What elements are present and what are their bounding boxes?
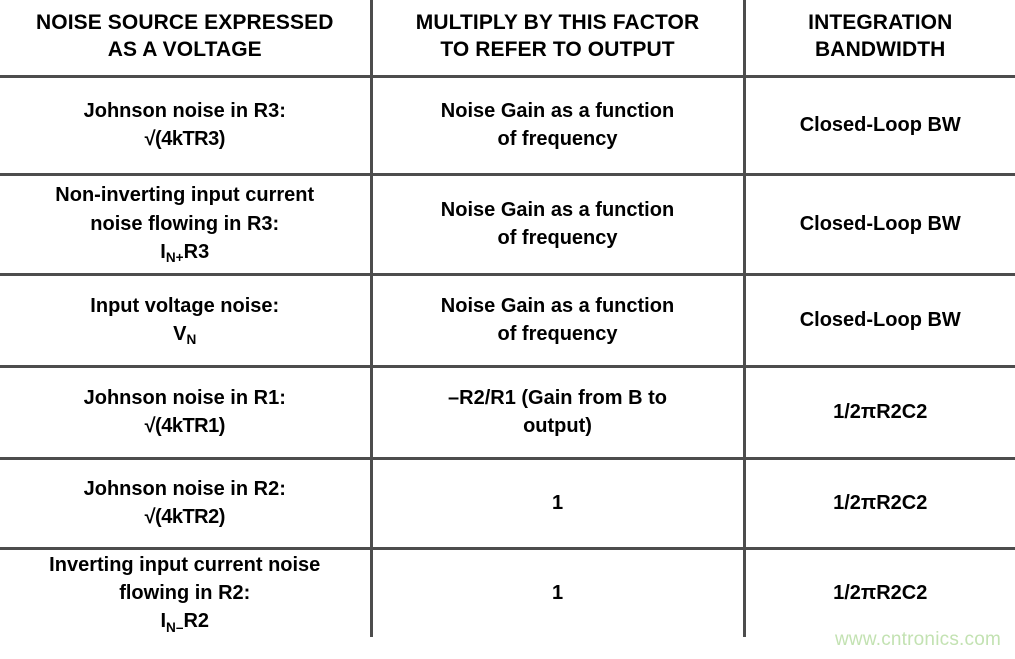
noise-source-line2: √(4kTR2) xyxy=(144,506,226,528)
noise-contributions-table-container: NOISE SOURCE EXPRESSED AS A VOLTAGE MULT… xyxy=(0,0,1015,659)
noise-source-formula: IN+R3 xyxy=(14,238,356,266)
cell-multiply-factor: –R2/R1 (Gain from B to output) xyxy=(371,366,746,460)
formula-subscript: N+ xyxy=(165,250,184,266)
table-body: Johnson noise in R3: √(4kTR3) Noise Gain… xyxy=(0,76,1015,637)
table-row: Non-inverting input current noise flowin… xyxy=(0,174,1015,276)
table-row: Johnson noise in R2: √(4kTR2) 1 1/2πR2C2 xyxy=(0,458,1015,550)
formula-tail: R2 xyxy=(183,610,210,633)
cell-integration-bandwidth: Closed-Loop BW xyxy=(744,76,1015,176)
cell-noise-source: Johnson noise in R2: √(4kTR2) xyxy=(0,458,373,550)
noise-source-line2: √(4kTR1) xyxy=(144,415,226,437)
multiply-factor-line1: –R2/R1 (Gain from B to xyxy=(448,386,667,409)
formula-subscript: N xyxy=(186,332,197,348)
column-header-noise-source: NOISE SOURCE EXPRESSED AS A VOLTAGE xyxy=(0,0,373,78)
multiply-factor-line1: Noise Gain as a function xyxy=(440,294,675,317)
column-header-integration-bandwidth-line1: INTEGRATION xyxy=(808,11,953,35)
cell-noise-source: Johnson noise in R3: √(4kTR3) xyxy=(0,76,373,176)
cell-multiply-factor: Noise Gain as a function of frequency xyxy=(371,76,746,176)
table-row: Johnson noise in R1: √(4kTR1) –R2/R1 (Ga… xyxy=(0,366,1015,460)
cell-integration-bandwidth: 1/2πR2C2 xyxy=(833,582,928,605)
formula-base: V xyxy=(173,323,187,345)
multiply-factor-line2: of frequency xyxy=(497,227,618,249)
noise-source-line1: Input voltage noise: xyxy=(90,294,280,317)
column-header-integration-bandwidth-line2: BANDWIDTH xyxy=(815,38,946,62)
noise-contributions-table: NOISE SOURCE EXPRESSED AS A VOLTAGE MULT… xyxy=(0,0,1015,637)
table-header: NOISE SOURCE EXPRESSED AS A VOLTAGE MULT… xyxy=(0,0,1015,78)
multiply-factor-line2: of frequency xyxy=(497,128,618,150)
cell-integration-bandwidth: 1/2πR2C2 xyxy=(744,366,1015,460)
noise-source-line1: Johnson noise in R1: xyxy=(83,386,286,409)
cell-noise-source: Input voltage noise: VN xyxy=(0,274,373,368)
formula-subscript: N– xyxy=(166,619,184,635)
multiply-factor-line2: of frequency xyxy=(497,323,618,345)
noise-source-formula: VN xyxy=(14,320,356,348)
table-row: Input voltage noise: VN Noise Gain as a … xyxy=(0,274,1015,368)
noise-source-formula: IN–R2 xyxy=(14,607,356,635)
cell-integration-bandwidth: Closed-Loop BW xyxy=(744,274,1015,368)
column-header-multiply-factor-line1: MULTIPLY BY THIS FACTOR xyxy=(415,11,700,35)
cell-integration-bandwidth: Closed-Loop BW xyxy=(744,174,1015,276)
noise-source-line1: Non-inverting input current xyxy=(55,184,315,207)
cell-integration-bandwidth: 1/2πR2C2 xyxy=(744,458,1015,550)
column-header-noise-source-line2: AS A VOLTAGE xyxy=(107,38,262,62)
table-row: Johnson noise in R3: √(4kTR3) Noise Gain… xyxy=(0,76,1015,176)
cell-multiply-factor: 1 xyxy=(371,458,746,550)
column-header-multiply-factor-line2: TO REFER TO OUTPUT xyxy=(440,38,675,62)
multiply-factor-line1: Noise Gain as a function xyxy=(440,99,675,122)
noise-source-line1: Johnson noise in R3: xyxy=(83,99,286,122)
noise-source-line2: noise flowing in R3: xyxy=(90,212,280,235)
cell-noise-source: Non-inverting input current noise flowin… xyxy=(0,174,373,276)
cell-multiply-factor: Noise Gain as a function of frequency xyxy=(371,274,746,368)
cell-noise-source: Johnson noise in R1: √(4kTR1) xyxy=(0,366,373,460)
column-header-integration-bandwidth: INTEGRATION BANDWIDTH xyxy=(744,0,1015,78)
column-header-multiply-factor: MULTIPLY BY THIS FACTOR TO REFER TO OUTP… xyxy=(371,0,746,78)
watermark: www.cntronics.com xyxy=(835,629,1001,650)
noise-source-line2: flowing in R2: xyxy=(119,582,251,605)
column-header-noise-source-line1: NOISE SOURCE EXPRESSED xyxy=(36,11,334,35)
formula-tail: R3 xyxy=(183,241,210,264)
table-row: Inverting input current noise flowing in… xyxy=(0,548,1015,637)
noise-source-line1: Johnson noise in R2: xyxy=(83,477,286,500)
multiply-factor-line2: output) xyxy=(523,415,592,437)
table-header-row: NOISE SOURCE EXPRESSED AS A VOLTAGE MULT… xyxy=(0,0,1015,78)
noise-source-line2: √(4kTR3) xyxy=(144,128,226,150)
cell-multiply-factor: Noise Gain as a function of frequency xyxy=(371,174,746,276)
cell-multiply-factor: 1 xyxy=(371,548,746,637)
multiply-factor-line1: Noise Gain as a function xyxy=(440,198,675,221)
noise-source-line1: Inverting input current noise xyxy=(49,553,321,576)
cell-noise-source: Inverting input current noise flowing in… xyxy=(0,548,373,637)
